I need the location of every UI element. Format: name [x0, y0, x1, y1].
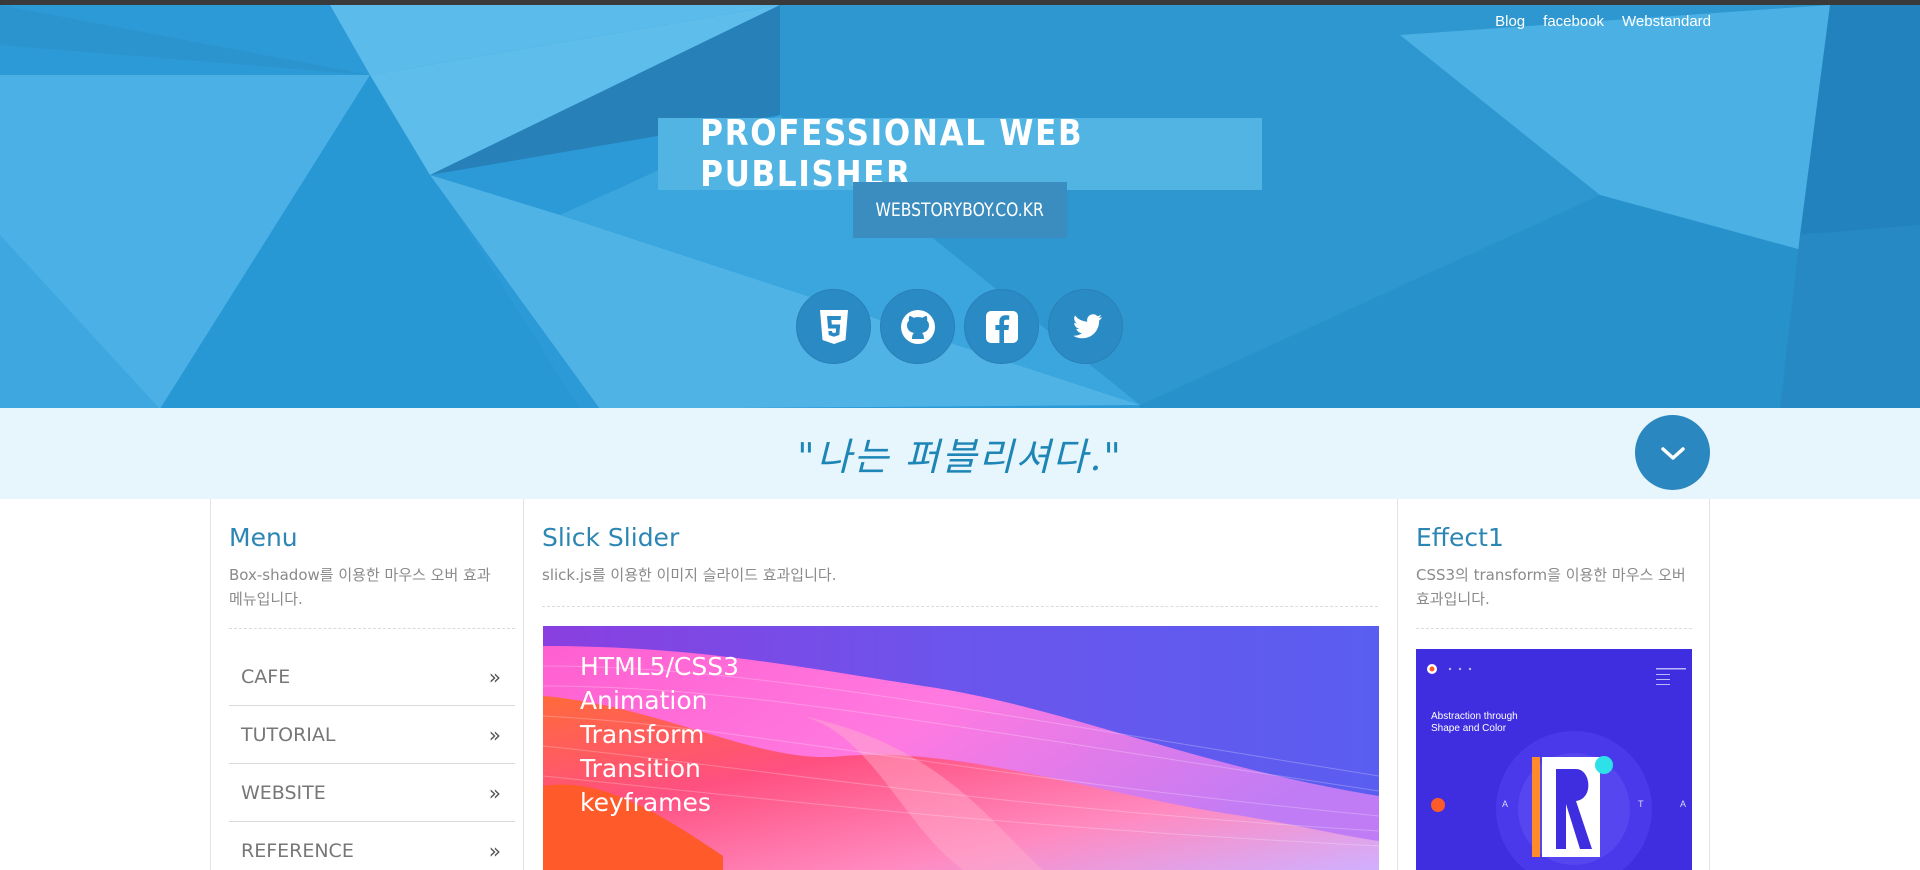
menu-item-label: REFERENCE — [241, 839, 354, 862]
effect-image-title-line: Shape and Color — [1431, 723, 1507, 734]
top-links: Blog facebook Webstandard — [1495, 13, 1711, 30]
menu-item-label: CAFE — [241, 665, 291, 688]
hero-header: Blog facebook Webstandard PROFESSIONAL W… — [0, 0, 1920, 408]
slide-line: Transition — [580, 754, 701, 783]
slide-line: Animation — [580, 686, 708, 715]
menu-item-label: TUTORIAL — [241, 723, 336, 746]
menu-item-tutorial[interactable]: TUTORIAL » — [229, 706, 515, 764]
slide-line: keyframes — [580, 788, 711, 817]
effect-image[interactable]: Abstraction through Shape and Color A T … — [1416, 649, 1692, 870]
slider-divider — [542, 606, 1378, 607]
double-chevron-right-icon: » — [488, 780, 501, 805]
effect-section: Effect1 CSS3의 transform을 이용한 마우스 오버효과입니다… — [1397, 499, 1710, 870]
webstandard-link[interactable]: Webstandard — [1622, 13, 1711, 30]
effect-title: Effect1 — [1416, 523, 1504, 552]
menu-list: CAFE » TUTORIAL » WEBSITE » REFERENCE » — [229, 648, 515, 870]
effect-image-title: Abstraction through Shape and Color — [1431, 711, 1518, 735]
double-chevron-right-icon: » — [488, 664, 501, 689]
effect-image-letter: A — [1680, 799, 1687, 809]
chevron-down-icon — [1660, 446, 1685, 460]
github-icon[interactable] — [880, 289, 955, 364]
menu-section: Menu Box-shadow를 이용한 마우스 오버 효과 메뉴입니다. CA… — [210, 499, 524, 870]
facebook-icon[interactable] — [964, 289, 1039, 364]
slider-section: Slick Slider slick.js를 이용한 이미지 슬라이드 효과입니… — [523, 499, 1398, 870]
menu-item-website[interactable]: WEBSITE » — [229, 764, 515, 822]
slide-caption: HTML5/CSS3 Animation Transform Transitio… — [580, 650, 739, 820]
social-icons — [796, 289, 1123, 364]
menu-item-reference[interactable]: REFERENCE » — [229, 822, 515, 870]
menu-title: Menu — [229, 523, 298, 552]
site-subtitle: WEBSTORYBOY.CO.KR — [853, 182, 1067, 238]
slide-image[interactable]: HTML5/CSS3 Animation Transform Transitio… — [543, 626, 1379, 870]
slider-title: Slick Slider — [542, 523, 680, 552]
menu-description: Box-shadow를 이용한 마우스 오버 효과 메뉴입니다. — [229, 566, 491, 608]
quote-text: "나는 퍼블리셔다." — [797, 435, 1123, 479]
effect-description: CSS3의 transform을 이용한 마우스 오버효과입니다. — [1416, 566, 1686, 608]
slide-line: Transform — [580, 720, 705, 749]
double-chevron-right-icon: » — [488, 722, 501, 747]
site-subtitle-text: WEBSTORYBOY.CO.KR — [875, 199, 1045, 221]
menu-item-cafe[interactable]: CAFE » — [229, 648, 515, 706]
effect-image-letter: A — [1502, 799, 1509, 809]
slide-line: HTML5/CSS3 — [580, 652, 739, 681]
menu-item-label: WEBSITE — [241, 781, 326, 804]
quote-bar: "나는 퍼블리셔다." — [0, 408, 1920, 499]
effect-image-title-line: Abstraction through — [1431, 711, 1518, 722]
slider-description: slick.js를 이용한 이미지 슬라이드 효과입니다. — [542, 566, 837, 584]
effect-poster-graphic — [1416, 649, 1692, 870]
effect-divider — [1416, 628, 1692, 629]
effect-image-letter: T — [1638, 799, 1644, 809]
facebook-link[interactable]: facebook — [1543, 13, 1604, 30]
blog-link[interactable]: Blog — [1495, 13, 1525, 30]
double-chevron-right-icon: » — [488, 838, 501, 863]
scroll-down-button[interactable] — [1635, 415, 1710, 490]
html5-icon[interactable] — [796, 289, 871, 364]
twitter-icon[interactable] — [1048, 289, 1123, 364]
page-title: PROFESSIONAL WEB PUBLISHER — [658, 113, 1262, 195]
menu-divider — [229, 628, 515, 629]
